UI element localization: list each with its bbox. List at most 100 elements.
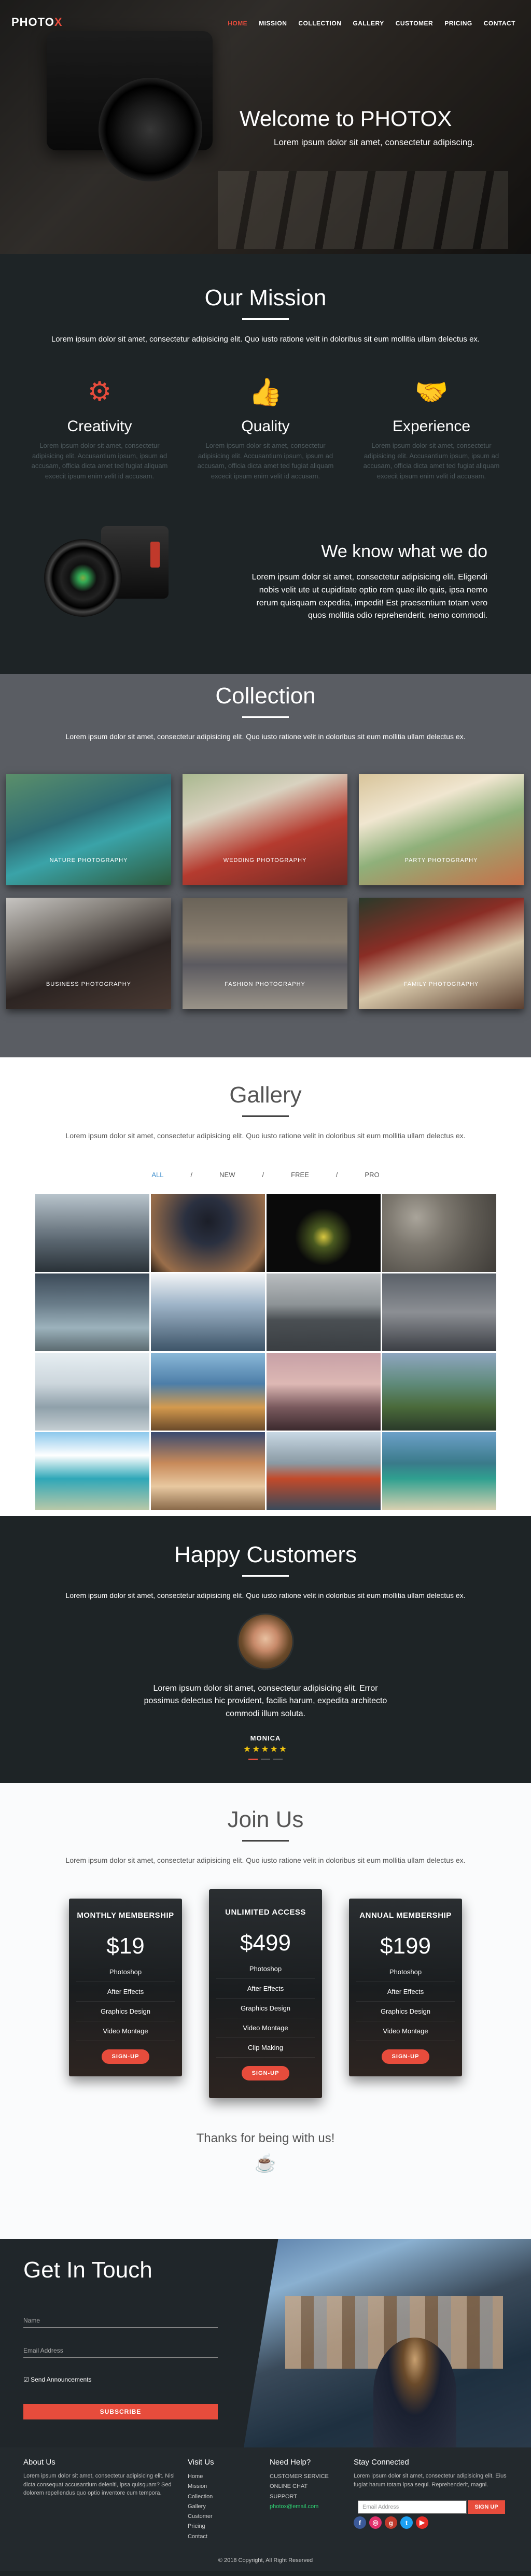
help-online-chat[interactable]: ONLINE CHAT (270, 2482, 329, 2492)
thumbs-up-icon: 👍 (248, 377, 283, 408)
footer-link-contact[interactable]: Contact (188, 2532, 214, 2542)
camera-accent (150, 542, 160, 568)
collection-item-fashion[interactable]: FASHION PHOTOGRAPHY (183, 897, 347, 1009)
plan-feature: Graphics Design (76, 2002, 175, 2021)
nav-home[interactable]: HOME (228, 20, 247, 27)
footer-visit: Visit Us Home Mission Collection Gallery… (188, 2458, 214, 2542)
collection-item-family[interactable]: FAMILY PHOTOGRAPHY (359, 897, 524, 1009)
avatar (237, 1612, 294, 1670)
pricing-plans: MONTHLY MEMBERSHIP $19 Photoshop After E… (0, 1889, 531, 2098)
main-nav: HOME MISSION COLLECTION GALLERY CUSTOMER… (228, 20, 515, 27)
footer-link-mission[interactable]: Mission (188, 2482, 214, 2492)
signup-button[interactable]: SIGN-UP (381, 2049, 430, 2064)
help-customer-service[interactable]: CUSTOMER SERVICE (270, 2472, 329, 2482)
google-plus-icon[interactable]: g (385, 2516, 397, 2529)
gallery-image[interactable] (266, 1194, 381, 1272)
newsletter-signup-button[interactable]: SIGN UP (468, 2500, 505, 2514)
announcements-checkbox[interactable]: ☑ Send Announcements (23, 2376, 92, 2383)
logo[interactable]: PHOTOX (11, 16, 63, 29)
collection-section: Collection Lorem ipsum dolor sit amet, c… (0, 674, 531, 1057)
footer-link-pricing[interactable]: Pricing (188, 2522, 214, 2531)
collection-grid: NATURE PHOTOGRAPHY WEDDING PHOTOGRAPHY P… (6, 773, 525, 1009)
footer-link-collection[interactable]: Collection (188, 2492, 214, 2502)
plan-feature: Photoshop (216, 1959, 315, 1979)
plan-name: UNLIMITED ACCESS (225, 1907, 306, 1917)
carousel-dot[interactable] (273, 1759, 283, 1761)
customer-name: MONICA (250, 1734, 281, 1743)
plan-name: MONTHLY MEMBERSHIP (77, 1910, 174, 1920)
filter-pro[interactable]: PRO (365, 1171, 379, 1179)
gallery-image[interactable] (150, 1352, 265, 1431)
copyright: © 2018 Copyright, All Right Reserved (218, 2557, 313, 2564)
nav-mission[interactable]: MISSION (259, 20, 287, 27)
signup-button[interactable]: SIGN-UP (101, 2049, 150, 2064)
twitter-icon[interactable]: t (400, 2516, 413, 2529)
nav-contact[interactable]: CONTACT (484, 20, 515, 27)
carousel-dot[interactable] (261, 1759, 270, 1761)
nav-gallery[interactable]: GALLERY (353, 20, 384, 27)
email-field[interactable]: Email Address (23, 2347, 218, 2358)
collection-label: PARTY PHOTOGRAPHY (404, 857, 478, 864)
customers-title: Happy Customers (174, 1542, 357, 1567)
video-camera-image (39, 511, 189, 619)
title-underline (242, 716, 289, 718)
gallery-image[interactable] (382, 1352, 496, 1431)
collection-item-nature[interactable]: NATURE PHOTOGRAPHY (6, 773, 171, 885)
name-field[interactable]: Name (23, 2317, 218, 2328)
checkbox-icon[interactable]: ☑ (23, 2376, 29, 2383)
gallery-image[interactable] (382, 1194, 496, 1272)
gallery-image[interactable] (382, 1432, 496, 1510)
contact-section: Get In Touch Name Email Address ☑ Send A… (0, 2239, 531, 2447)
hero-section: PHOTOX HOME MISSION COLLECTION GALLERY C… (0, 0, 531, 254)
filter-separator: / (336, 1170, 338, 1179)
footer-help: Need Help? CUSTOMER SERVICE ONLINE CHAT … (270, 2458, 329, 2512)
subscribe-button[interactable]: SUBSCRIBE (23, 2404, 218, 2419)
help-support[interactable]: SUPPORT (270, 2492, 329, 2502)
collection-item-business[interactable]: BUSINESS PHOTOGRAPHY (6, 897, 171, 1009)
gallery-image[interactable] (382, 1273, 496, 1351)
youtube-icon[interactable]: ▶ (416, 2516, 428, 2529)
collection-item-party[interactable]: PARTY PHOTOGRAPHY (359, 773, 524, 885)
filter-all[interactable]: ALL (151, 1171, 163, 1179)
newsletter-email-input[interactable]: Email Address (358, 2500, 467, 2514)
facebook-icon[interactable]: f (354, 2516, 366, 2529)
footer-link-customer[interactable]: Customer (188, 2512, 214, 2522)
help-email[interactable]: photox@email.com (270, 2502, 329, 2512)
gallery-image[interactable] (150, 1194, 265, 1272)
gallery-image[interactable] (266, 1432, 381, 1510)
plan-features: Photoshop After Effects Graphics Design … (356, 1962, 455, 2041)
gallery-image[interactable] (35, 1273, 149, 1351)
feature-text: Lorem ipsum dolor sit amet, consectetur … (31, 442, 168, 480)
title-underline (242, 1115, 289, 1117)
instagram-icon[interactable]: ◎ (369, 2516, 382, 2529)
collection-item-wedding[interactable]: WEDDING PHOTOGRAPHY (183, 773, 347, 885)
nav-pricing[interactable]: PRICING (444, 20, 472, 27)
gallery-image[interactable] (266, 1273, 381, 1351)
filter-free[interactable]: FREE (291, 1171, 309, 1179)
contact-photo (244, 2239, 531, 2447)
signup-button[interactable]: SIGN-UP (241, 2065, 290, 2080)
footer-link-home[interactable]: Home (188, 2472, 214, 2482)
footer-link-gallery[interactable]: Gallery (188, 2502, 214, 2512)
feature-title: Quality (241, 418, 290, 435)
join-lead: Lorem ipsum dolor sit amet, consectetur … (65, 1856, 466, 1864)
gallery-image[interactable] (35, 1432, 149, 1510)
plan-feature: Video Montage (76, 2021, 175, 2041)
gallery-title: Gallery (229, 1082, 302, 1108)
gallery-image[interactable] (266, 1352, 381, 1431)
gallery-image[interactable] (35, 1352, 149, 1431)
gallery-image[interactable] (35, 1194, 149, 1272)
gallery-image[interactable] (150, 1432, 265, 1510)
nav-customer[interactable]: CUSTOMER (396, 20, 433, 27)
gallery-image[interactable] (150, 1273, 265, 1351)
camera-lens (44, 539, 122, 617)
checkbox-label: Send Announcements (31, 2376, 92, 2383)
mission-title: Our Mission (204, 285, 327, 310)
gears-icon: ⚙ (87, 377, 112, 407)
plan-price: $499 (240, 1930, 291, 1956)
carousel-dots (0, 1759, 531, 1761)
carousel-dot[interactable] (248, 1759, 258, 1761)
testimonial-quote: Lorem ipsum dolor sit amet, consectetur … (144, 1683, 387, 1719)
nav-collection[interactable]: COLLECTION (298, 20, 341, 27)
filter-new[interactable]: NEW (219, 1171, 235, 1179)
